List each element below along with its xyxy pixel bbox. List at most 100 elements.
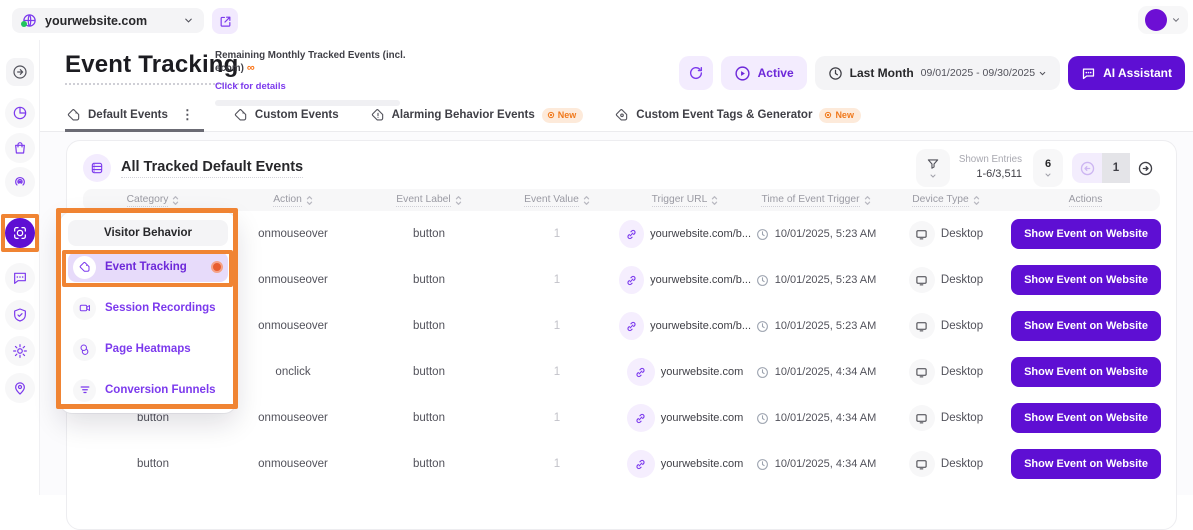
cell-trigger-url[interactable]: yourwebsite.com [619,404,751,432]
clock-icon [756,366,769,379]
chat-bubble-icon [12,270,28,286]
menu-item-event-tracking[interactable]: Event Tracking [68,252,228,282]
column-device-type[interactable]: Device Type [881,194,1011,207]
column-event-label[interactable]: Event Label [363,194,495,207]
sidebar-item-feedback[interactable] [5,263,35,293]
cell-trigger-url[interactable]: yourwebsite.com/b... [619,312,751,340]
database-icon [83,154,111,182]
sidebar-item-realtime[interactable] [5,167,35,197]
show-event-on-website-button[interactable]: Show Event on Website [1011,403,1161,433]
table-row: button onmouseover button 1 yourwebsite.… [83,441,1160,487]
website-selector[interactable]: yourwebsite.com [12,8,204,33]
link-icon [619,220,644,248]
cell-event-label: button [363,366,495,378]
cell-action: onmouseover [223,320,363,332]
column-trigger-url[interactable]: Trigger URL [619,194,751,207]
table-header-row: Category Action Event Label Event Value … [83,189,1160,211]
cell-event-label: button [363,320,495,332]
tab-custom-event-tags-generator[interactable]: Custom Event Tags & Generator New [613,99,863,131]
cell-event-label: button [363,412,495,424]
user-menu[interactable] [1138,6,1188,34]
filter-button[interactable] [916,149,950,187]
sidebar-item-ecommerce[interactable] [5,133,35,163]
sidebar-item-settings[interactable] [5,336,35,366]
cell-category: button [83,412,223,424]
column-event-value[interactable]: Event Value [495,194,619,207]
column-action[interactable]: Action [223,194,363,207]
desktop-icon [909,451,935,477]
current-page[interactable]: 1 [1102,153,1130,183]
pagination: 1 [1072,153,1160,183]
cell-action: onmouseover [223,228,363,240]
desktop-icon [909,267,935,293]
cell-device-type: Desktop [881,405,1011,431]
show-event-on-website-button[interactable]: Show Event on Website [1011,219,1161,249]
cell-trigger-url[interactable]: yourwebsite.com [619,358,751,386]
cell-time-of-trigger: 10/01/2025, 5:23 AM [751,228,881,241]
funnel-steps-icon [73,379,96,402]
table-body: onmouseover button 1 yourwebsite.com/b..… [83,211,1160,487]
clock-icon [828,66,843,81]
cell-event-value: 1 [495,228,619,240]
cell-trigger-url[interactable]: yourwebsite.com [619,450,751,478]
recording-dot-icon [211,261,223,273]
sidebar-item-location[interactable] [5,373,35,403]
cell-category: button [83,458,223,470]
tab-alarming-behavior-events[interactable]: Alarming Behavior Events New [369,99,586,131]
sidebar-item-analytics[interactable] [5,98,35,128]
cell-action: onclick [223,366,363,378]
cell-action: onmouseover [223,412,363,424]
cell-device-type: Desktop [881,313,1011,339]
visitor-behavior-menu: Visitor Behavior Event Tracking Session … [60,212,236,413]
ai-assistant-button[interactable]: AI Assistant [1068,56,1185,90]
tracking-status-button[interactable]: Active [721,56,807,90]
header-controls: Active Last Month 09/01/2025 - 09/30/202… [679,56,1185,90]
tab-custom-events[interactable]: Custom Events [232,99,341,131]
show-event-on-website-button[interactable]: Show Event on Website [1011,311,1161,341]
cell-trigger-url[interactable]: yourwebsite.com/b... [619,220,751,248]
tab-options-kebab-icon[interactable]: ⋮ [181,107,194,123]
cell-event-value: 1 [495,320,619,332]
column-category[interactable]: Category [83,194,223,207]
remaining-label: Remaining Monthly Tracked Events (incl. … [215,50,406,74]
menu-item-conversion-funnels[interactable]: Conversion Funnels [68,375,228,405]
desktop-icon [909,405,935,431]
play-circle-icon [734,65,751,82]
sort-icon [973,195,980,206]
sort-icon [455,195,462,206]
column-time[interactable]: Time of Event Trigger [751,194,881,207]
link-icon [627,358,655,386]
open-website-button[interactable] [212,8,238,34]
cell-actions: Show Event on Website [1011,357,1161,387]
table-row: onclick button 1 yourwebsite.com 10/01/2… [83,349,1160,395]
sidebar-item-event-tracking[interactable] [5,218,35,248]
tab-default-events[interactable]: Default Events ⋮ [65,100,204,132]
refresh-button[interactable] [679,56,713,90]
sidebar-item-privacy[interactable] [5,300,35,330]
menu-item-session-recordings[interactable]: Session Recordings [68,293,228,323]
link-icon [627,404,655,432]
show-event-on-website-button[interactable]: Show Event on Website [1011,265,1161,295]
cell-trigger-url[interactable]: yourwebsite.com/b... [619,266,751,294]
cell-event-value: 1 [495,458,619,470]
shopping-bag-icon [12,140,28,156]
prev-page-button[interactable] [1072,153,1102,183]
show-event-on-website-button[interactable]: Show Event on Website [1011,357,1161,387]
settings-gear-icon [12,343,28,359]
pie-chart-icon [12,105,28,121]
next-page-button[interactable] [1130,153,1160,183]
tag-icon [234,108,248,122]
page-size-select[interactable]: 6 [1033,149,1063,187]
clock-icon [756,274,769,287]
sidebar-expand-button[interactable] [6,58,34,86]
table-row: onmouseover button 1 yourwebsite.com/b..… [83,303,1160,349]
radar-icon [12,174,28,190]
chevron-down-icon [929,172,937,180]
shown-entries-label: Shown Entries [959,154,1022,167]
avatar [1145,9,1167,31]
cell-actions: Show Event on Website [1011,403,1161,433]
date-range-button[interactable]: Last Month 09/01/2025 - 09/30/2025 [815,56,1060,90]
menu-item-page-heatmaps[interactable]: Page Heatmaps [68,334,228,364]
details-link[interactable]: Click for details [215,81,286,92]
show-event-on-website-button[interactable]: Show Event on Website [1011,449,1161,479]
